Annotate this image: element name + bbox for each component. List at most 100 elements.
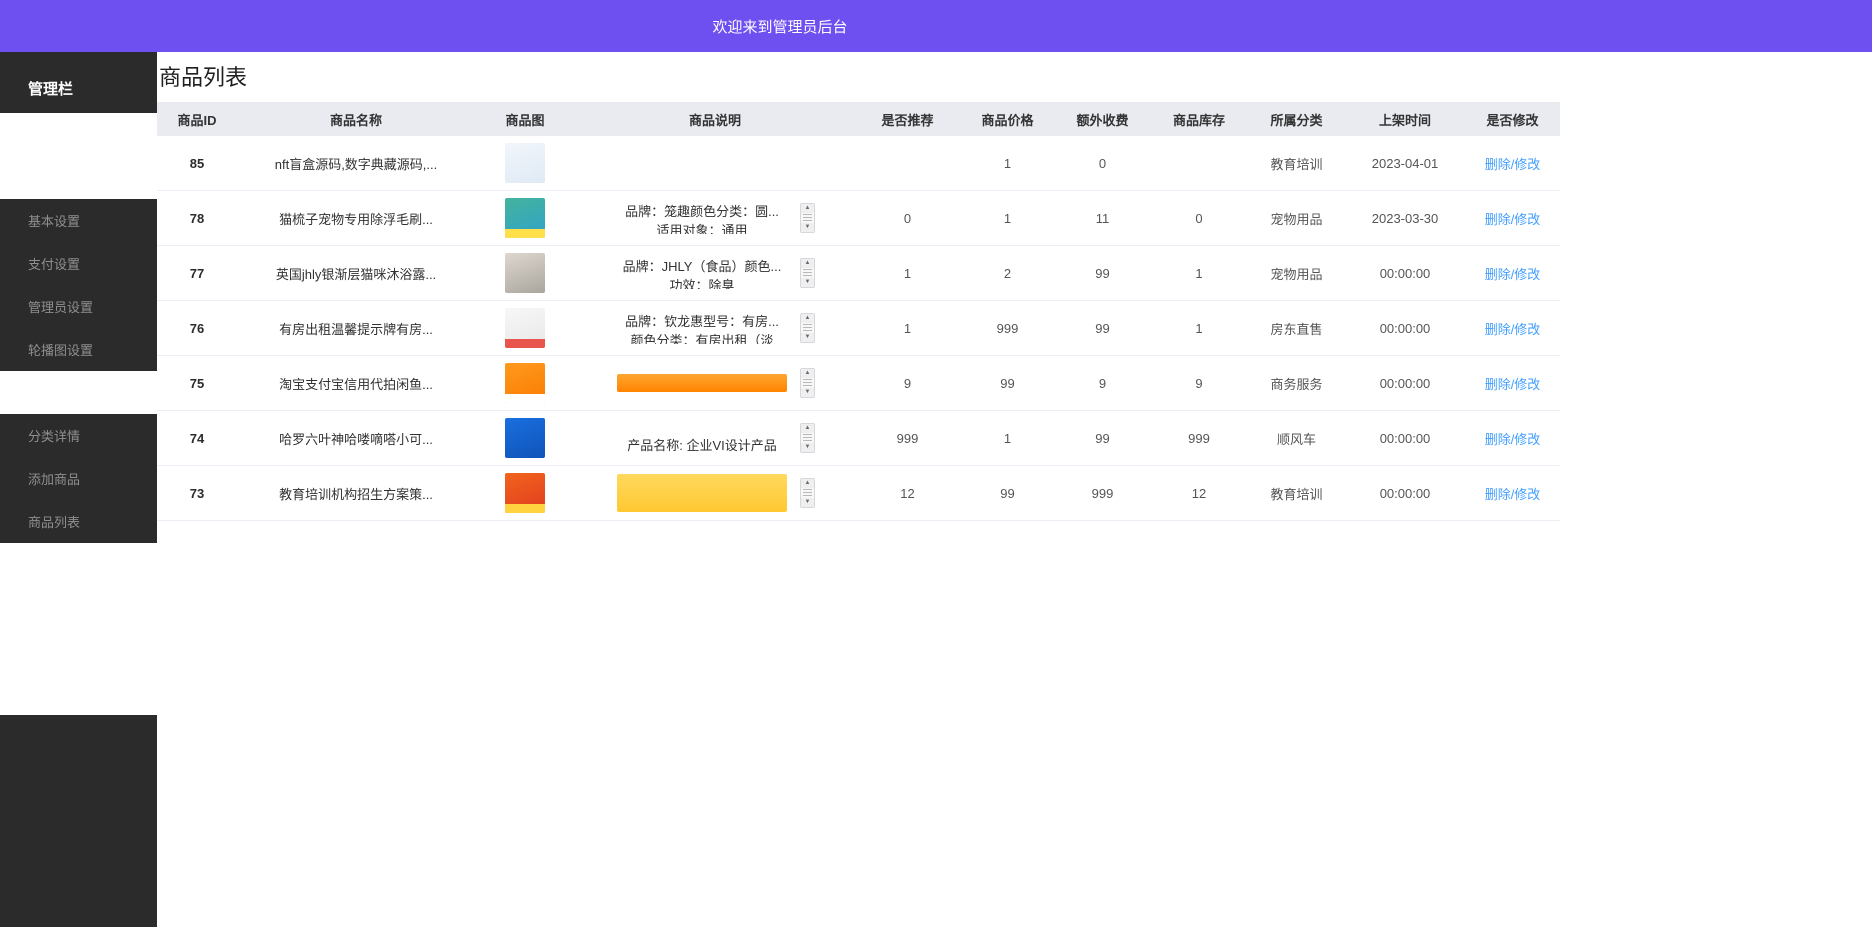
description-scrollbar[interactable]: ▲ ▼ [800,313,815,343]
product-category: 顺风车 [1248,411,1345,466]
description-scrollbar[interactable]: ▲ ▼ [800,368,815,398]
scroll-down-icon[interactable]: ▼ [801,443,814,452]
product-id: 77 [157,246,237,301]
product-price: 99 [960,466,1055,521]
sidebar-item[interactable]: 工单管理 [0,629,157,672]
scroll-up-icon[interactable]: ▲ [801,204,814,213]
product-table-body: 85 nft盲盒源码,数字典藏源码,... ▲ ▼ 1 0 教育培训 2023-… [157,136,1560,521]
column-header: 是否推荐 [855,102,960,136]
product-recommend: 9 [855,356,960,411]
scroll-down-icon[interactable]: ▼ [801,498,814,507]
layout: 管理栏 整体详情网站设置基本设置支付设置管理员设置轮播图设置商品管理分类详情添加… [0,52,1872,927]
scrollbar-thumb[interactable] [803,489,812,497]
column-header: 商品说明 [575,102,855,136]
sidebar-item[interactable]: 添加商品 [0,457,157,500]
product-extra-fee: 99 [1055,301,1150,356]
delete-modify-link[interactable]: 删除/修改 [1485,487,1541,502]
product-price: 1 [960,136,1055,191]
product-description-cell: 品牌：JHLY（食品）颜色...功效：除臭 ▲ ▼ [575,246,855,301]
scroll-down-icon[interactable]: ▼ [801,388,814,397]
product-stock: 1 [1150,246,1248,301]
column-header: 额外收费 [1055,102,1150,136]
sidebar-item[interactable]: 商品列表 [0,500,157,543]
product-name: 猫梳子宠物专用除浮毛刷... [237,191,475,246]
scrollbar-thumb[interactable] [803,379,812,387]
product-price: 2 [960,246,1055,301]
scroll-up-icon[interactable]: ▲ [801,479,814,488]
table-row: 74 哈罗六叶神哈喽嘀嗒小可... 产品名称: 企业VI设计产品 ▲ ▼ 999… [157,411,1560,466]
product-id: 78 [157,191,237,246]
sidebar-item[interactable]: 基本设置 [0,199,157,242]
table-row: 73 教育培训机构招生方案策... ▲ ▼ 12 99 999 12 教育培训 … [157,466,1560,521]
description-image [617,474,787,512]
delete-modify-link[interactable]: 删除/修改 [1485,432,1541,447]
table-row: 85 nft盲盒源码,数字典藏源码,... ▲ ▼ 1 0 教育培训 2023-… [157,136,1560,191]
product-image-cell [475,356,575,411]
scroll-down-icon[interactable]: ▼ [801,223,814,232]
sidebar-item[interactable]: 用户管理 [0,586,157,629]
scrollbar-thumb[interactable] [803,214,812,222]
table-header-row: 商品ID商品名称商品图商品说明是否推荐商品价格额外收费商品库存所属分类上架时间是… [157,102,1560,136]
delete-modify-link[interactable]: 删除/修改 [1485,322,1541,337]
product-image [505,198,545,238]
product-category: 教育培训 [1248,466,1345,521]
app-root: 欢迎来到管理员后台 管理栏 整体详情网站设置基本设置支付设置管理员设置轮播图设置… [0,0,1872,927]
product-category: 商务服务 [1248,356,1345,411]
column-header: 商品库存 [1150,102,1248,136]
delete-modify-link[interactable]: 删除/修改 [1485,267,1541,282]
sidebar-item[interactable]: 支付设置 [0,242,157,285]
table-row: 76 有房出租温馨提示牌有房... 品牌：钦龙惠型号：有房...颜色分类：有房出… [157,301,1560,356]
description-text: 产品名称: 企业VI设计产品 [597,422,807,454]
product-image-cell [475,136,575,191]
sidebar-item[interactable]: 分类详情 [0,414,157,457]
sidebar-item[interactable]: 管理员设置 [0,285,157,328]
delete-modify-link[interactable]: 删除/修改 [1485,377,1541,392]
column-header: 上架时间 [1345,102,1465,136]
scrollbar-thumb[interactable] [803,269,812,277]
product-action-cell: 删除/修改 [1465,246,1560,301]
scroll-up-icon[interactable]: ▲ [801,314,814,323]
scroll-up-icon[interactable]: ▲ [801,369,814,378]
scroll-down-icon[interactable]: ▼ [801,333,814,342]
description-scrollbar[interactable]: ▲ ▼ [800,258,815,288]
product-shelf-time: 2023-03-30 [1345,191,1465,246]
sidebar-item[interactable]: 整体详情 [0,113,157,156]
product-shelf-time: 00:00:00 [1345,301,1465,356]
delete-modify-link[interactable]: 删除/修改 [1485,212,1541,227]
product-price: 1 [960,191,1055,246]
page-title: 商品列表 [157,52,1872,102]
description-scrollbar[interactable]: ▲ ▼ [800,478,815,508]
product-recommend: 0 [855,191,960,246]
sidebar-item[interactable]: 网站设置 [0,156,157,199]
sidebar-item[interactable]: 订单管理 [0,543,157,586]
product-name: 有房出租温馨提示牌有房... [237,301,475,356]
table-row: 77 英国jhly银渐层猫咪沐浴露... 品牌：JHLY（食品）颜色...功效：… [157,246,1560,301]
scrollbar-thumb[interactable] [803,324,812,332]
description-scrollbar[interactable]: ▲ ▼ [800,203,815,233]
sidebar-item[interactable]: 商品管理 [0,371,157,414]
product-stock: 1 [1150,301,1248,356]
scroll-up-icon[interactable]: ▲ [801,424,814,433]
sidebar-item[interactable]: 退出 [0,672,157,715]
product-shelf-time: 00:00:00 [1345,356,1465,411]
product-image [505,143,545,183]
product-action-cell: 删除/修改 [1465,356,1560,411]
scrollbar-thumb[interactable] [803,434,812,442]
product-category: 宠物用品 [1248,191,1345,246]
description-scrollbar[interactable]: ▲ ▼ [800,423,815,453]
product-shelf-time: 2023-04-01 [1345,136,1465,191]
product-stock: 12 [1150,466,1248,521]
scroll-up-icon[interactable]: ▲ [801,259,814,268]
product-id: 75 [157,356,237,411]
sidebar-item[interactable]: 轮播图设置 [0,328,157,371]
product-price: 1 [960,411,1055,466]
product-action-cell: 删除/修改 [1465,411,1560,466]
product-image-cell [475,466,575,521]
product-name: nft盲盒源码,数字典藏源码,... [237,136,475,191]
table-row: 78 猫梳子宠物专用除浮毛刷... 品牌：笼趣颜色分类：圆...适用对象：通用 … [157,191,1560,246]
delete-modify-link[interactable]: 删除/修改 [1485,157,1541,172]
description-text: 品牌：笼趣颜色分类：圆...适用对象：通用 [597,202,807,234]
scroll-down-icon[interactable]: ▼ [801,278,814,287]
product-extra-fee: 11 [1055,191,1150,246]
description-text: 品牌：JHLY（食品）颜色...功效：除臭 [597,257,807,289]
